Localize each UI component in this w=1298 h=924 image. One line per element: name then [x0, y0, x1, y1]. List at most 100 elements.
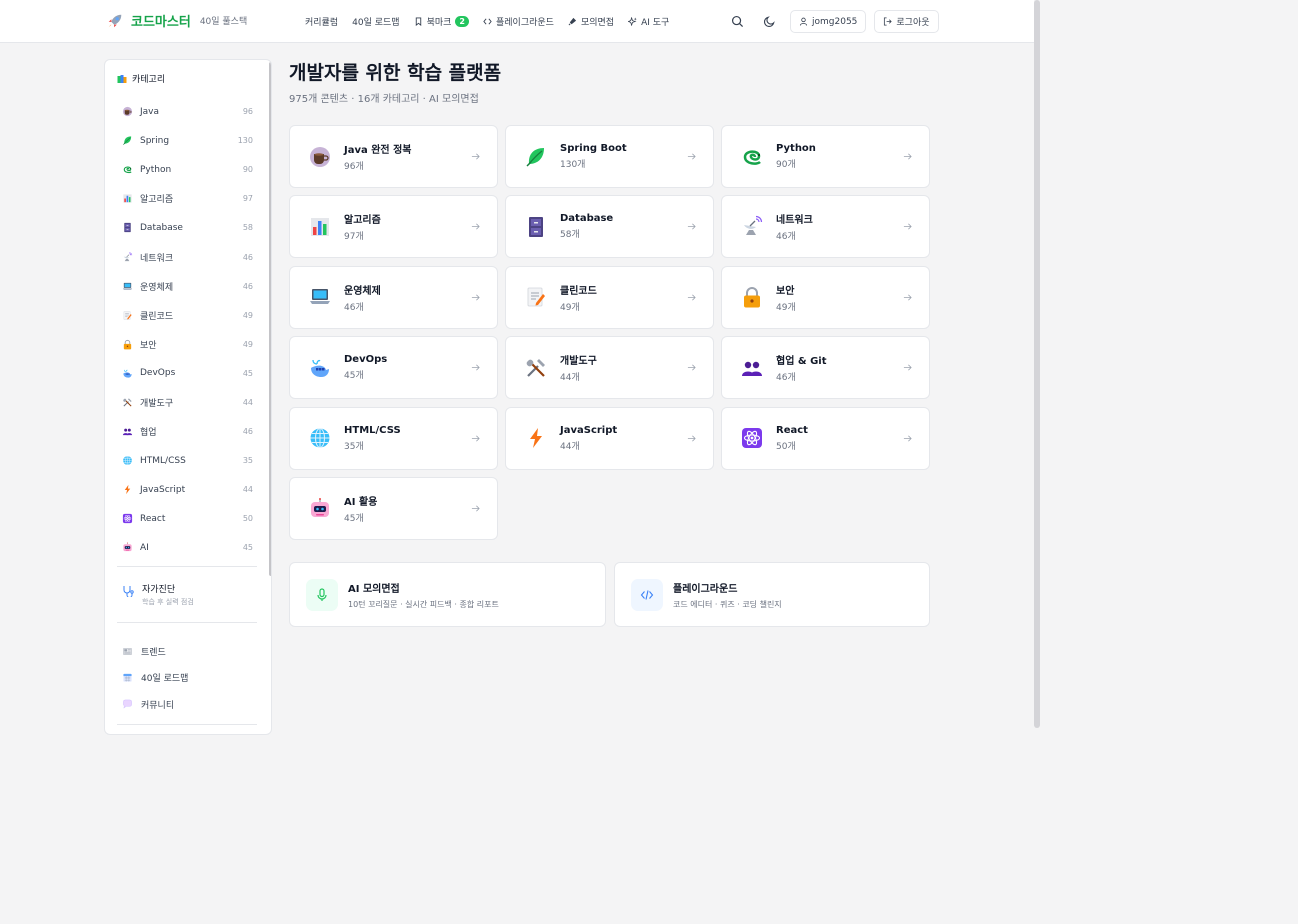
coffee-icon [122, 106, 133, 117]
sidebar-scrollbar[interactable] [269, 62, 271, 576]
category-card[interactable]: Java 완전 정복 96개 [289, 125, 498, 188]
sidebar-item-label: 개발도구 [140, 398, 174, 409]
category-card[interactable]: Database 58개 [505, 195, 714, 259]
nav-label: AI 도구 [641, 18, 670, 28]
nav-roadmap[interactable]: 40일 로드맵 [352, 15, 399, 28]
category-card[interactable]: AI 활용 45개 [289, 477, 498, 540]
sidebar-item-count: 58 [242, 223, 253, 233]
category-card[interactable]: JavaScript 44개 [505, 406, 714, 470]
bookmark-icon [415, 17, 421, 26]
sidebar-item-count: 50 [242, 514, 253, 524]
atom-icon [742, 428, 762, 449]
logo[interactable]: 코드마스터 40일 풀스택 [106, 11, 247, 30]
sidebar-item[interactable]: AI 45 [122, 533, 253, 562]
sidebar-divider [117, 566, 257, 567]
logout-button[interactable]: 로그아웃 [874, 10, 939, 33]
sidebar-item-label: 네트워크 [140, 253, 174, 264]
arrow-right-icon [903, 294, 912, 301]
logo-text: 코드마스터 [131, 15, 191, 30]
books-icon [117, 74, 127, 83]
nav-bookmark[interactable]: 북마크 2 [414, 15, 469, 28]
sidebar-item-count: 45 [242, 543, 253, 553]
sidebar-item[interactable]: DevOps 45 [122, 359, 253, 388]
memo-icon [527, 287, 545, 307]
sidebar-link[interactable]: 트렌드 [122, 638, 188, 665]
page-title: 개발자를 위한 학습 플랫폼 [289, 62, 502, 84]
tools-icon [123, 398, 132, 407]
sidebar-item-count: 90 [242, 165, 253, 175]
sidebar-item[interactable]: 개발도구 44 [122, 388, 253, 417]
sidebar-item[interactable]: Database 58 [122, 213, 253, 242]
category-card[interactable]: DevOps 45개 [289, 336, 498, 400]
sidebar-item[interactable]: 보안 49 [122, 330, 253, 359]
rocket-icon [108, 14, 122, 27]
sidebar-item[interactable]: Python 90 [122, 155, 253, 184]
nav-mock-interview[interactable]: 모의면접 [568, 15, 614, 28]
sidebar-self-diagnosis[interactable]: 자가진단 학습 후 실력 점검 [122, 582, 194, 607]
category-card[interactable]: 보안 49개 [721, 265, 930, 329]
category-card[interactable]: Spring Boot 130개 [505, 125, 714, 188]
sidebar-link-label: 커뮤니티 [141, 700, 175, 711]
sidebar-item[interactable]: 협업 46 [122, 417, 253, 446]
sidebar-link[interactable]: 40일 로드맵 [122, 665, 188, 692]
nav-playground[interactable]: 플레이그라운드 [483, 15, 554, 28]
sidebar-item[interactable]: React 50 [122, 504, 253, 533]
people-icon [122, 428, 133, 436]
snake-icon [123, 166, 132, 174]
mic-icon [317, 587, 327, 601]
tools-icon [526, 358, 545, 377]
user-profile-button[interactable]: jomg2055 [790, 10, 867, 33]
sidebar-item[interactable]: 알고리즘 97 [122, 184, 253, 213]
satellite-icon [744, 215, 763, 235]
category-card[interactable]: HTML/CSS 35개 [289, 406, 498, 470]
feature-playground[interactable]: 플레이그라운드 코드 에디터 · 퀴즈 · 코딩 챌린지 [614, 562, 930, 627]
sidebar-item-label: HTML/CSS [140, 455, 186, 466]
sidebar-item-count: 97 [242, 194, 253, 204]
sidebar-item-label: DevOps [140, 368, 176, 379]
search-button[interactable] [726, 11, 748, 33]
nav-ai-tools[interactable]: AI 도구 [628, 15, 669, 28]
username: jomg2055 [812, 16, 858, 27]
sparkles-icon [628, 17, 637, 26]
sidebar-divider [117, 622, 257, 623]
main-nav: 커리큘럼 40일 로드맵 북마크 2 플레이그라운드 모의면접 AI 도구 [305, 15, 669, 28]
globe-icon [310, 428, 330, 449]
theme-toggle-button[interactable] [758, 11, 780, 33]
nav-curriculum[interactable]: 커리큘럼 [305, 15, 338, 28]
nav-label: 플레이그라운드 [495, 18, 554, 28]
category-card[interactable]: 운영체제 46개 [289, 265, 498, 329]
lightning-icon [124, 485, 131, 495]
sidebar-item[interactable]: HTML/CSS 35 [122, 446, 253, 475]
sidebar-item[interactable]: 네트워크 46 [122, 242, 253, 271]
sidebar-link[interactable]: 커뮤니티 [122, 691, 188, 718]
sidebar-item[interactable]: 클린코드 49 [122, 301, 253, 330]
sidebar-links: 트렌드 40일 로드맵커뮤니티 [122, 638, 188, 718]
sidebar-item-count: 44 [242, 485, 253, 495]
laptop-icon [310, 289, 330, 305]
category-card[interactable]: React 50개 [721, 406, 930, 470]
sidebar-item-count: 49 [242, 339, 253, 349]
arrow-right-icon [687, 294, 696, 301]
sidebar-item[interactable]: JavaScript 44 [122, 475, 253, 504]
page-scrollbar[interactable] [1034, 0, 1040, 728]
sidebar-item-label: Spring [140, 135, 170, 146]
sidebar-item-label: Database [140, 222, 183, 233]
globe-icon [123, 456, 132, 466]
category-card[interactable]: 네트워크 46개 [721, 195, 930, 259]
stethoscope-icon [123, 586, 134, 597]
nav-label: 40일 로드맵 [352, 18, 400, 28]
sidebar-item[interactable]: Java 96 [122, 97, 253, 126]
sidebar-item-count: 46 [242, 281, 253, 291]
arrow-right-icon [687, 223, 696, 230]
category-card[interactable]: 개발도구 44개 [505, 336, 714, 400]
category-card[interactable]: 알고리즘 97개 [289, 195, 498, 259]
sidebar-item[interactable]: Spring 130 [122, 126, 253, 155]
arrow-right-icon [471, 435, 480, 442]
sidebar-item[interactable]: 운영체제 46 [122, 272, 253, 301]
category-card[interactable]: 협업 & Git 46개 [721, 336, 930, 400]
category-card[interactable]: 클린코드 49개 [505, 265, 714, 329]
sidebar-item-label: Java [140, 106, 160, 117]
sidebar-item-label: 운영체제 [140, 282, 174, 293]
category-card[interactable]: Python 90개 [721, 125, 930, 188]
feature-mock-interview[interactable]: AI 모의면접 10턴 꼬리질문 · 실시간 피드백 · 종합 리포트 [289, 562, 606, 627]
